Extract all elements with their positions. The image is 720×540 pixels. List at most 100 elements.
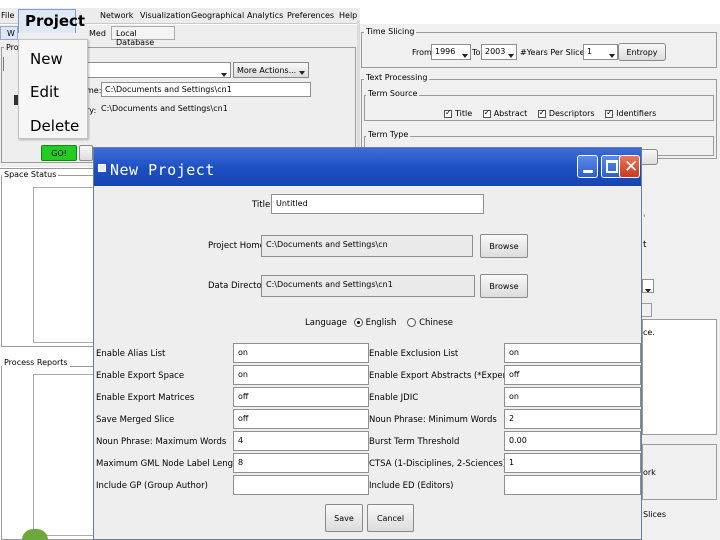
option-label: CTSA (1-Disciplines, 2-Sciences) (369, 459, 507, 469)
radio-english-label: English (365, 318, 397, 328)
tick-mark: t (643, 240, 647, 250)
option-value[interactable]: 0.00 (504, 431, 641, 451)
tab-w[interactable]: W (0, 26, 18, 40)
option-value[interactable]: 2 (504, 409, 641, 429)
option-value[interactable]: on (504, 343, 641, 363)
menu-item-delete[interactable]: Delete (30, 117, 79, 135)
radio-chinese[interactable]: Chinese (407, 318, 453, 328)
checkbox-descriptors-label: Descriptors (548, 109, 595, 118)
close-icon: ✕ (624, 157, 639, 177)
menu-visualization[interactable]: Visualization (140, 11, 191, 20)
project-home-input[interactable]: C:\Documents and Settings\cn (261, 235, 473, 257)
project-list-edge (3, 57, 13, 71)
menu-network[interactable]: Network (100, 11, 133, 20)
radio-selected-icon (353, 318, 363, 327)
checkbox-title[interactable]: Title (444, 108, 473, 118)
radio-english[interactable]: English (353, 318, 397, 328)
browse-home-button[interactable]: Browse (480, 234, 528, 258)
partial-tab[interactable] (642, 303, 652, 317)
title-input[interactable]: Untitled (271, 194, 484, 214)
cancel-button[interactable]: Cancel (367, 504, 414, 532)
chevron-down-icon (645, 289, 651, 292)
time-slicing-title: Time Slicing (364, 27, 417, 36)
menu-item-edit[interactable]: Edit (30, 83, 59, 101)
tab-local-database[interactable]: Local Database (111, 26, 175, 47)
menu-file[interactable]: File (1, 11, 14, 20)
chevron-down-icon (299, 71, 305, 75)
green-mark: ' (643, 214, 646, 224)
project-menu-header[interactable]: Project (18, 9, 85, 33)
browse-directory-button[interactable]: Browse (480, 274, 528, 298)
chevron-down-icon (221, 73, 227, 77)
tab-w-label: W (7, 29, 15, 38)
stop-button[interactable] (79, 145, 93, 161)
option-value[interactable]: off (233, 387, 369, 407)
network-partial: ork (643, 468, 656, 477)
option-value[interactable]: on (504, 387, 641, 407)
space-status-text[interactable] (33, 187, 95, 343)
checkbox-abstract[interactable]: Abstract (482, 108, 527, 118)
slices-partial: Slices (643, 510, 667, 519)
project-home-label: me: (86, 86, 102, 95)
option-value[interactable]: 8 (233, 453, 369, 473)
years-per-slice-select[interactable]: 1 (583, 44, 618, 60)
term-source-options: Title Abstract Descriptors Identifiers (444, 108, 656, 118)
data-directory-input[interactable]: C:\Documents and Settings\cn1 (261, 275, 475, 297)
option-value[interactable]: on (233, 343, 369, 363)
data-directory-value: C:\Documents and Settings\cn1 (101, 104, 228, 113)
divider (0, 168, 95, 169)
go-button[interactable]: GO! (41, 145, 77, 161)
from-select[interactable]: 1996 (431, 44, 471, 60)
project-menu-title: Project (25, 12, 86, 30)
entropy-button[interactable]: Entropy (618, 43, 666, 61)
menu-item-new[interactable]: New (30, 50, 63, 68)
option-value[interactable]: off (504, 365, 641, 385)
menu-edit[interactable]: it (92, 11, 97, 20)
more-actions-select[interactable]: More Actions... (233, 62, 309, 78)
menu-help[interactable]: Help (339, 11, 357, 20)
menu-analytics[interactable]: Analytics (247, 11, 283, 20)
option-label: Burst Term Threshold (369, 437, 460, 447)
option-label: Enable Export Matrices (96, 393, 195, 403)
app-icon (98, 164, 106, 172)
years-per-slice-label: #Years Per Slice (520, 48, 585, 57)
minimize-button[interactable] (577, 155, 598, 178)
checkbox-icon (444, 108, 452, 118)
option-value[interactable]: 4 (233, 431, 369, 451)
language-row: Language English Chinese (305, 318, 453, 328)
save-button[interactable]: Save (325, 504, 363, 532)
menu-geographical[interactable]: Geographical (191, 11, 244, 20)
project-select[interactable] (86, 62, 231, 78)
option-value[interactable]: on (233, 365, 369, 385)
minimize-icon (583, 170, 593, 173)
partial-select[interactable] (642, 279, 654, 293)
dialog-title-bar[interactable]: New Project ✕ (94, 148, 641, 186)
term-source-title: Term Source (366, 89, 420, 98)
checkbox-icon (482, 108, 491, 118)
option-value[interactable] (233, 475, 369, 495)
process-reports-title: Process Reports (2, 358, 70, 367)
option-label: Noun Phrase: Maximum Words (96, 437, 227, 447)
maximize-icon (606, 160, 618, 173)
checkbox-title-label: Title (455, 109, 473, 118)
close-button[interactable]: ✕ (619, 155, 640, 178)
option-label: Enable Exclusion List (369, 349, 459, 359)
partial-text: ce. (643, 328, 655, 337)
tab-med[interactable]: Med (89, 29, 106, 38)
option-value[interactable]: 1 (504, 453, 641, 473)
menu-preferences[interactable]: Preferences (287, 11, 334, 20)
checkbox-icon (605, 108, 614, 118)
to-select[interactable]: 2003 (481, 44, 517, 60)
option-label: Noun Phrase: Minimum Words (369, 415, 497, 425)
process-reports-text[interactable] (33, 374, 95, 536)
term-type-title: Term Type (366, 130, 411, 139)
project-home-label: Project Home (208, 241, 265, 251)
checkbox-descriptors[interactable]: Descriptors (537, 108, 595, 118)
checkbox-identifiers[interactable]: Identifiers (605, 108, 656, 118)
radio-chinese-label: Chinese (419, 318, 454, 328)
more-actions-label: More Actions... (237, 65, 297, 75)
option-value[interactable]: off (233, 409, 369, 429)
option-value[interactable] (504, 475, 641, 495)
chevron-down-icon (462, 54, 468, 58)
project-home-field[interactable]: C:\Documents and Settings\cn1 (101, 82, 311, 97)
